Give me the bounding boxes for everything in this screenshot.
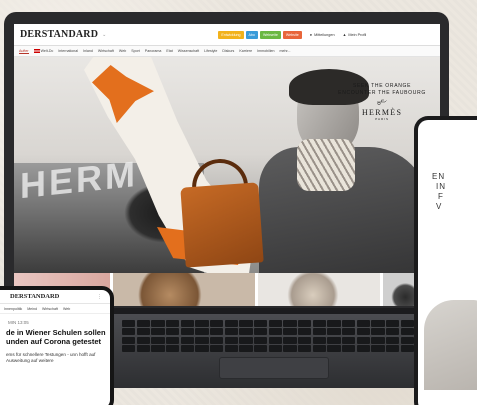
brand-city: PARIS (375, 117, 389, 121)
nav-item[interactable]: Panorama (145, 49, 162, 53)
user-icon: ▲ (342, 32, 347, 37)
article-teaser: ems für schnellere Testungen - unn hofft… (6, 352, 96, 363)
pill-entwicklung[interactable]: Entwicklung (218, 30, 244, 39)
nav-item[interactable]: International (58, 49, 78, 53)
phone-nav-item[interactable]: Wirtschaft (42, 307, 58, 311)
ad-slogan: SEEK THE ORANGE ENCOUNTER THE FAUBOURG H… (338, 83, 426, 123)
phone-header: DERSTANDARD ⋮ (0, 290, 110, 304)
nav-item[interactable]: Sport (131, 49, 140, 53)
site-logo[interactable]: DERSTANDARD (20, 29, 98, 40)
phone-text-line: F (438, 192, 444, 201)
laptop-lid: DERSTANDARD ⌄ Entwicklung Abo Webseite W… (4, 12, 449, 310)
pill-abo[interactable]: Abo (245, 30, 258, 39)
scarf (297, 139, 355, 191)
brand-name: HERMÈS (361, 108, 403, 117)
laptop-hinge (104, 308, 434, 314)
dots-icon[interactable]: ⌄ (102, 32, 106, 38)
hermes-ad-banner[interactable]: HERM SEEK THE ORANGE ENCOUNTER THE FAUBO… (14, 57, 440, 273)
phone-text-line: V (436, 202, 443, 211)
hand (424, 300, 477, 390)
notifications-label: Mitteilungen (314, 32, 335, 37)
phone-logo[interactable]: DERSTANDARD (10, 293, 59, 300)
phone-nav-item[interactable]: Web (63, 307, 70, 311)
nav-item[interactable]: Etat (166, 49, 172, 53)
carriage-icon (377, 99, 387, 105)
phone-text-line: EN (432, 172, 446, 181)
trackpad (219, 357, 329, 379)
phone-nav-item[interactable]: Meind (27, 307, 37, 311)
phone-nav: Innenpolitik Meind Wirtschaft Web (0, 304, 110, 314)
slogan-line: ENCOUNTER THE FAUBOURG (338, 90, 426, 96)
article-thumbnail[interactable] (258, 273, 380, 306)
phone-text-line: IN (436, 182, 446, 191)
nav-item[interactable]: Web (119, 49, 126, 53)
nav-item[interactable]: mehr... (280, 49, 291, 53)
article-time: MIN 13:05 (8, 320, 29, 325)
handbag (180, 182, 264, 268)
section-nav: Aufter Welt-Dc International Inland Wirt… (14, 46, 440, 57)
nav-item[interactable]: Wissenschaft (178, 49, 199, 53)
nav-item[interactable]: Wirtschaft (98, 49, 114, 53)
left-phone: DERSTANDARD ⋮ Innenpolitik Meind Wirtsch… (0, 286, 114, 405)
phone-nav-item[interactable]: Innenpolitik (4, 307, 22, 311)
nav-item[interactable]: Inland (83, 49, 93, 53)
bell-icon: ● (309, 32, 313, 37)
keyboard (122, 320, 414, 352)
notifications-link[interactable]: ● Mitteilungen (310, 33, 335, 37)
header-pills: Entwicklung Abo Webseite Website (218, 30, 302, 39)
article-headline[interactable]: de in Wiener Schulen sollen unden auf Co… (6, 328, 106, 346)
pill-webseite[interactable]: Webseite (259, 30, 281, 39)
slogan-line: SEEK THE ORANGE (352, 83, 412, 89)
pill-website[interactable]: Website (282, 30, 302, 39)
laptop-screen: DERSTANDARD ⌄ Entwicklung Abo Webseite W… (14, 24, 440, 306)
nav-item[interactable]: Immobilien (257, 49, 274, 53)
nav-item[interactable]: Diskurs (222, 49, 234, 53)
left-phone-screen: DERSTANDARD ⋮ Innenpolitik Meind Wirtsch… (0, 290, 110, 405)
phone-menu-icon[interactable]: ⋮ (97, 294, 102, 300)
flag-icon (33, 49, 40, 54)
profile-label: Mein Profil (348, 32, 367, 37)
nav-item[interactable]: Lifestyle (204, 49, 217, 53)
site-header: DERSTANDARD ⌄ Entwicklung Abo Webseite W… (14, 24, 440, 46)
nav-item[interactable]: Karriere (239, 49, 252, 53)
profile-link[interactable]: ▲ Mein Profil (343, 33, 367, 37)
nav-item[interactable]: Aufter (19, 49, 29, 54)
nav-item-welt[interactable]: Welt-Dc (33, 49, 53, 54)
article-thumbnail[interactable] (113, 273, 255, 306)
